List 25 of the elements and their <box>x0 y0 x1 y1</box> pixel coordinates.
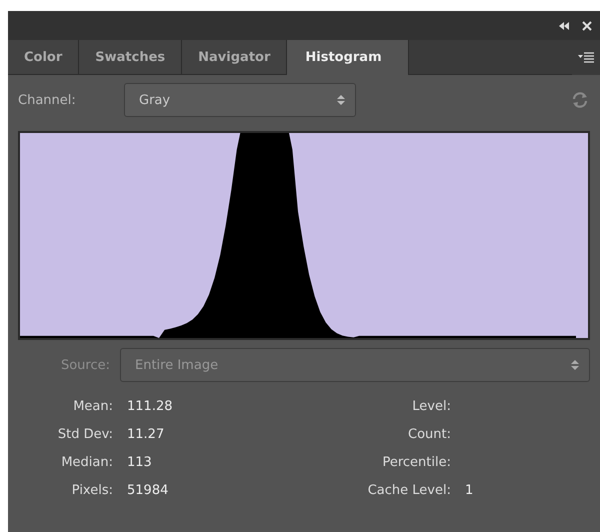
panel-menu-icon[interactable] <box>578 52 594 64</box>
stat-label: Median: <box>60 454 113 470</box>
channel-dropdown[interactable]: Gray <box>124 83 356 117</box>
up-down-arrows-icon <box>571 359 579 371</box>
stat-label: Cache Level: <box>366 482 451 498</box>
stat-value: 11.27 <box>127 426 164 442</box>
source-label: Source: <box>60 358 110 372</box>
stat-value: 51984 <box>127 482 168 498</box>
stat-label: Pixels: <box>70 482 113 498</box>
stat-label: Count: <box>407 426 451 442</box>
stat-label: Level: <box>411 398 451 414</box>
panel-tab[interactable]: Histogram <box>287 40 409 75</box>
stat-label: Percentile: <box>381 454 451 470</box>
panel-tab[interactable]: Swatches <box>79 40 182 75</box>
panel-tab[interactable]: Color <box>8 40 80 75</box>
stat-value: 113 <box>127 454 152 470</box>
stat-label: Std Dev: <box>56 426 113 442</box>
panel-tab[interactable]: Navigator <box>182 40 288 75</box>
stat-label: Mean: <box>72 398 113 414</box>
channel-label: Channel: <box>18 92 77 108</box>
collapse-icon[interactable] <box>558 20 570 30</box>
stat-value: 111.28 <box>127 398 172 414</box>
stat-value: 1 <box>465 482 474 498</box>
up-down-arrows-icon <box>337 94 345 106</box>
close-icon[interactable] <box>582 20 592 30</box>
